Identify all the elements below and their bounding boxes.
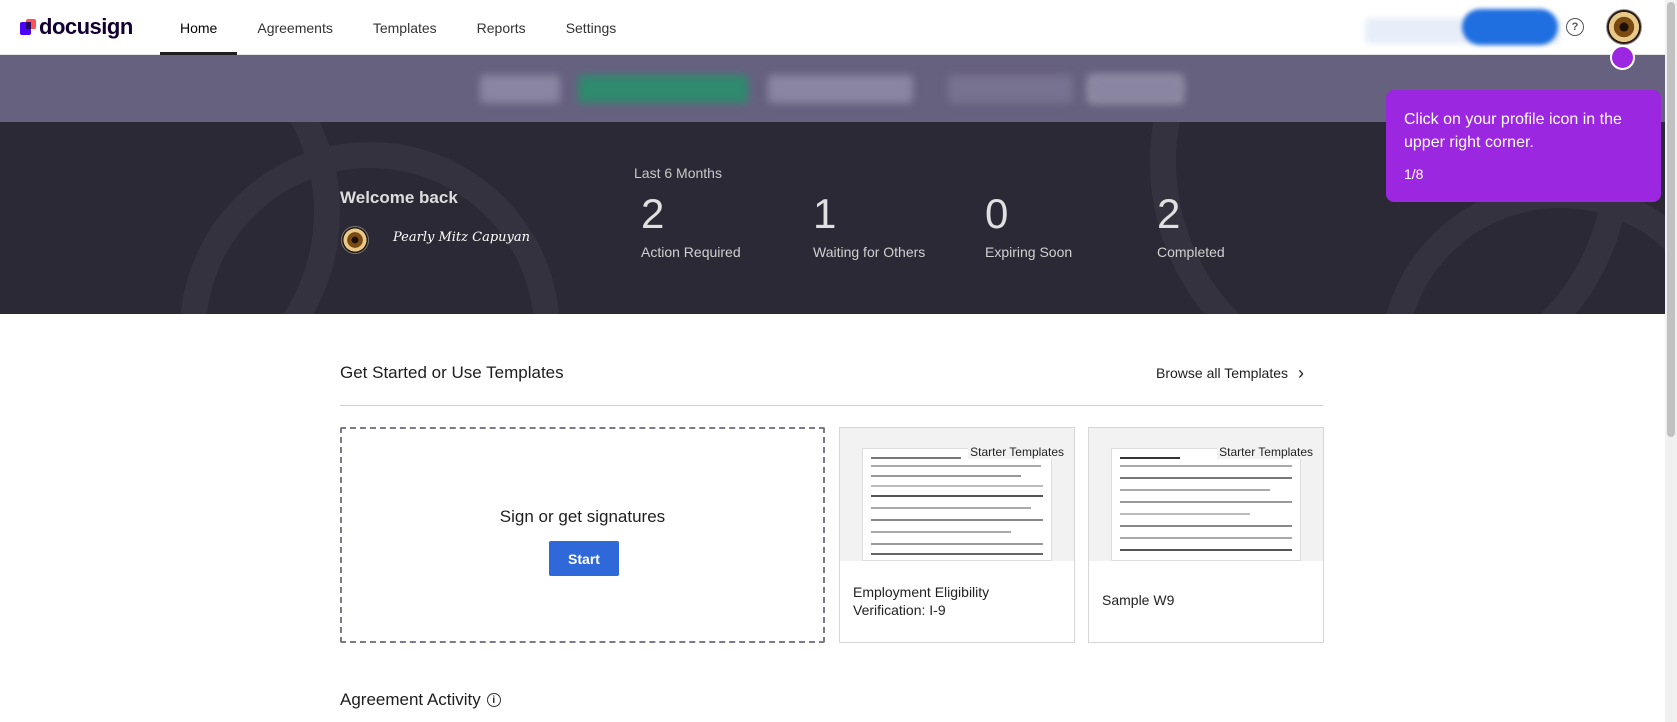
stat-waiting-for-others[interactable]: 1 Waiting for Others [813, 190, 925, 260]
template-card[interactable]: Starter Templates Employment Eligibility… [839, 427, 1075, 643]
redacted-banner-text [768, 75, 913, 103]
user-avatar [341, 226, 369, 254]
stat-label: Expiring Soon [985, 244, 1073, 260]
tour-step-counter: 1/8 [1404, 166, 1424, 182]
redacted-banner-text [948, 75, 1073, 103]
browse-templates-label: Browse all Templates [1156, 365, 1289, 381]
main-nav: Home Agreements Templates Reports Settin… [160, 0, 636, 55]
user-signature: Pearly Mitz Capuyan [393, 230, 530, 245]
template-card[interactable]: Starter Templates Sample W9 [1088, 427, 1324, 643]
stat-label: Waiting for Others [813, 244, 926, 260]
stat-label: Completed [1157, 244, 1225, 260]
help-icon[interactable]: ? [1566, 18, 1584, 36]
info-icon[interactable]: i [486, 693, 501, 707]
stat-completed[interactable]: 2 Completed [1157, 190, 1225, 260]
sign-title: Sign or get signatures [499, 507, 666, 526]
page-scrollbar[interactable] [1665, 0, 1677, 722]
template-badge: Starter Templates [1217, 445, 1315, 459]
tour-message: Click on your profile icon in the upper … [1404, 111, 1622, 151]
stat-value: 1 [813, 190, 837, 237]
start-button[interactable]: Start [549, 541, 619, 576]
template-thumbnail: Starter Templates [840, 428, 1074, 561]
section-title: Get Started or Use Templates [340, 363, 564, 382]
template-name: Employment Eligibility Verification: I-9 [853, 584, 990, 618]
redacted-banner-text [480, 75, 560, 103]
welcome-heading: Welcome back [340, 188, 458, 207]
redacted-banner-button[interactable] [1088, 75, 1183, 103]
stat-value: 2 [641, 190, 665, 237]
docusign-logo-icon [20, 19, 36, 35]
browse-templates-link[interactable]: Browse all Templates › [1156, 363, 1305, 383]
period-label: Last 6 Months [634, 165, 722, 181]
document-preview [862, 448, 1052, 561]
stat-expiring-soon[interactable]: 0 Expiring Soon [985, 190, 1072, 260]
chevron-right-icon: › [1298, 363, 1305, 383]
redacted-banner-badge [578, 75, 748, 103]
stat-value: 0 [985, 190, 1009, 237]
nav-reports[interactable]: Reports [457, 0, 546, 55]
nav-home[interactable]: Home [160, 0, 238, 55]
nav-templates[interactable]: Templates [353, 0, 457, 55]
section-divider [340, 405, 1323, 406]
nav-settings[interactable]: Settings [546, 0, 637, 55]
scrollbar-thumb[interactable] [1667, 2, 1675, 437]
sign-dropzone[interactable]: Sign or get signatures Start [340, 427, 825, 643]
stat-action-required[interactable]: 2 Action Required [641, 190, 741, 260]
stat-value: 2 [1157, 190, 1181, 237]
tour-hotspot[interactable] [1610, 45, 1635, 70]
brand-name: docusign [39, 14, 133, 39]
agreement-activity-heading: Agreement Activity i [340, 690, 501, 710]
nav-agreements[interactable]: Agreements [237, 0, 352, 55]
docusign-logo[interactable]: docusign [20, 14, 133, 40]
document-preview [1111, 448, 1301, 561]
profile-avatar-icon[interactable] [1606, 9, 1642, 45]
top-navigation: docusign Home Agreements Templates Repor… [0, 0, 1665, 55]
activity-title: Agreement Activity [340, 690, 481, 709]
stat-label: Action Required [641, 244, 741, 260]
redacted-upgrade-button[interactable] [1462, 9, 1558, 45]
template-badge: Starter Templates [968, 445, 1066, 459]
tour-tooltip: Click on your profile icon in the upper … [1386, 90, 1661, 202]
template-name: Sample W9 [1102, 592, 1175, 608]
template-thumbnail: Starter Templates [1089, 428, 1323, 561]
